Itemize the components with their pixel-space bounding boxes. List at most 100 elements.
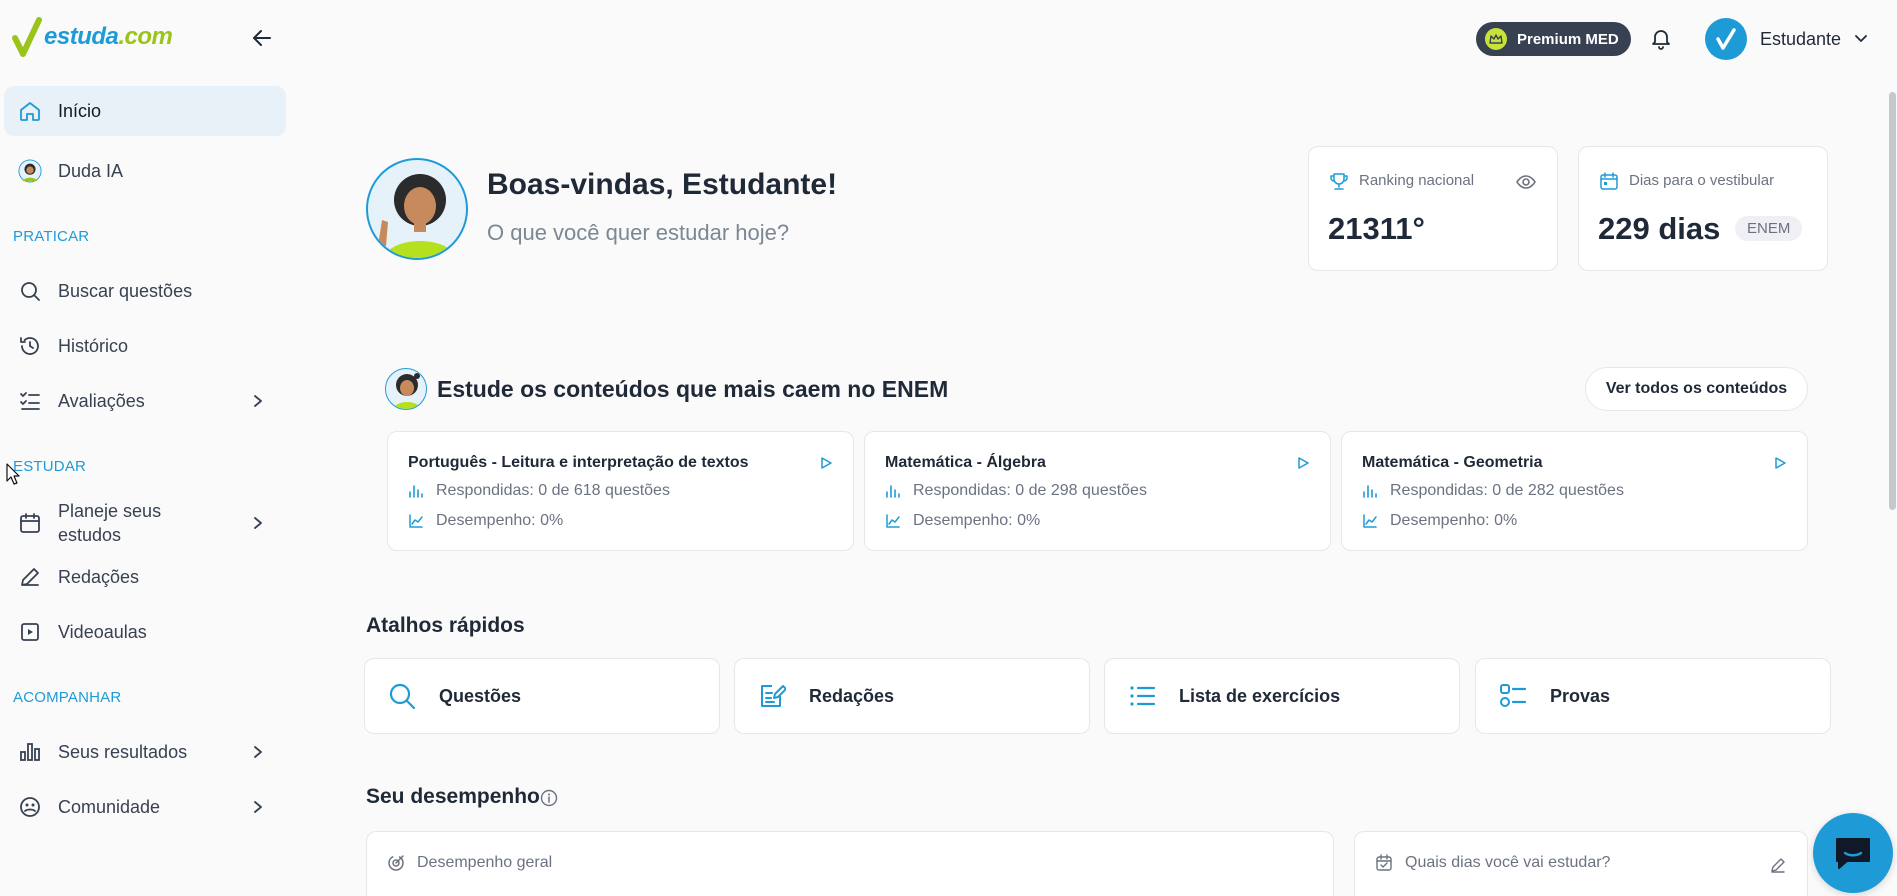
crown-icon bbox=[1485, 28, 1507, 50]
page-subtitle: O que você quer estudar hoje? bbox=[487, 220, 790, 245]
user-name: Estudante bbox=[1760, 28, 1842, 49]
sidebar-item-seus-resultados[interactable]: Seus resultados bbox=[4, 727, 286, 777]
sidebar-item-duda-ia[interactable]: Duda IA bbox=[4, 146, 286, 196]
bars-icon bbox=[409, 485, 423, 498]
days-value: 229 dias bbox=[1598, 211, 1721, 246]
duda-illustration-icon bbox=[378, 174, 457, 258]
sidebar-item-label: Planeje seus estudos bbox=[58, 499, 161, 547]
list-icon bbox=[1127, 681, 1157, 711]
bell-icon bbox=[1652, 30, 1670, 50]
play-icon[interactable] bbox=[1773, 456, 1787, 470]
trend-icon bbox=[409, 514, 423, 528]
content-answered: Respondidas: 0 de 618 questões bbox=[436, 482, 670, 499]
chevron-right-icon bbox=[252, 745, 264, 759]
shortcut-lista-exercicios[interactable]: Lista de exercícios bbox=[1104, 658, 1460, 734]
section-estudar: ESTUDAR bbox=[13, 458, 87, 475]
premium-badge[interactable]: Premium MED bbox=[1476, 22, 1631, 56]
content-card-title: Matemática - Geometria bbox=[1362, 454, 1543, 471]
bars-icon bbox=[1363, 485, 1377, 498]
sidebar-item-label: Início bbox=[58, 100, 102, 121]
sidebar-item-inicio[interactable]: Início bbox=[4, 86, 286, 136]
trend-icon bbox=[1363, 514, 1377, 528]
sidebar-item-label: Histórico bbox=[58, 335, 129, 356]
content-card-portugues[interactable]: Português - Leitura e interpretação de t… bbox=[387, 431, 854, 551]
ranking-value: 21311° bbox=[1328, 211, 1425, 246]
collapse-sidebar-button[interactable] bbox=[250, 26, 278, 50]
shortcut-provas[interactable]: Provas bbox=[1475, 658, 1831, 734]
sidebar-item-label: Seus resultados bbox=[58, 741, 188, 762]
home-icon bbox=[18, 99, 42, 123]
chevron-right-icon bbox=[252, 394, 264, 408]
logo-name: estuda bbox=[44, 23, 119, 50]
content-performance: Desempenho: 0% bbox=[913, 512, 1041, 529]
calendar-icon bbox=[1599, 171, 1619, 191]
see-all-contents-button[interactable]: Ver todos os conteúdos bbox=[1585, 367, 1808, 411]
info-icon[interactable] bbox=[540, 789, 558, 807]
content-performance: Desempenho: 0% bbox=[1390, 512, 1518, 529]
mouse-cursor-icon bbox=[6, 463, 20, 485]
sidebar-item-label: Videoaulas bbox=[58, 621, 147, 642]
shortcut-redacoes[interactable]: Redações bbox=[734, 658, 1090, 734]
target-icon bbox=[387, 854, 405, 872]
content-performance: Desempenho: 0% bbox=[436, 512, 564, 529]
shortcut-questoes[interactable]: Questões bbox=[364, 658, 720, 734]
chevron-right-icon bbox=[252, 800, 264, 814]
content-card-title: Português - Leitura e interpretação de t… bbox=[408, 454, 749, 471]
play-icon[interactable] bbox=[819, 456, 833, 470]
notifications-button[interactable] bbox=[1649, 27, 1673, 51]
play-icon[interactable] bbox=[1296, 456, 1310, 470]
bar-chart-icon bbox=[18, 740, 42, 764]
sidebar-item-label: Buscar questões bbox=[58, 280, 193, 301]
edit-icon[interactable] bbox=[1769, 856, 1787, 874]
shortcut-label: Provas bbox=[1550, 685, 1611, 706]
edit-note-icon bbox=[757, 681, 787, 711]
user-menu[interactable]: Estudante bbox=[1705, 18, 1868, 60]
sidebar-item-avaliacoes[interactable]: Avaliações bbox=[4, 376, 286, 426]
checklist-icon bbox=[1498, 681, 1528, 711]
avatar bbox=[1705, 18, 1747, 60]
section-praticar: PRATICAR bbox=[13, 228, 90, 245]
video-icon bbox=[18, 620, 42, 644]
sidebar-item-label: Duda IA bbox=[58, 160, 124, 181]
estuda-logo[interactable]: estuda.com bbox=[12, 16, 173, 58]
sidebar-item-buscar-questoes[interactable]: Buscar questões bbox=[4, 266, 286, 316]
eye-icon[interactable] bbox=[1515, 171, 1537, 193]
content-card-algebra[interactable]: Matemática - Álgebra Respondidas: 0 de 2… bbox=[864, 431, 1331, 551]
community-icon bbox=[18, 795, 42, 819]
check-logo-icon bbox=[1716, 28, 1736, 50]
checklist-icon bbox=[18, 389, 42, 413]
sidebar-item-label: Comunidade bbox=[58, 796, 161, 817]
bars-icon bbox=[886, 485, 900, 498]
shortcut-label: Redações bbox=[809, 685, 895, 706]
planeje-line1: Planeje seus bbox=[58, 501, 162, 521]
chat-icon bbox=[1836, 838, 1870, 869]
sidebar-item-historico[interactable]: Histórico bbox=[4, 321, 286, 371]
sidebar-item-planeje[interactable]: Planeje seus estudos bbox=[4, 496, 286, 550]
study-days-label: Quais dias você vai estudar? bbox=[1405, 854, 1611, 871]
enem-badge: ENEM bbox=[1735, 216, 1803, 241]
sidebar-item-redacoes[interactable]: Redações bbox=[4, 552, 286, 602]
premium-label: Premium MED bbox=[1517, 30, 1619, 48]
arrow-left-icon bbox=[253, 30, 271, 46]
duda-illustration-icon bbox=[392, 373, 422, 409]
sidebar-item-comunidade[interactable]: Comunidade bbox=[4, 782, 286, 832]
duda-small-avatar bbox=[385, 368, 427, 410]
days-label: Dias para o vestibular bbox=[1629, 172, 1775, 189]
shortcuts-title: Atalhos rápidos bbox=[366, 614, 525, 637]
logo-domain: .com bbox=[118, 23, 173, 50]
performance-title: Seu desempenho bbox=[366, 785, 540, 808]
planeje-line2: estudos bbox=[58, 525, 122, 545]
study-days-card: Quais dias você vai estudar? bbox=[1354, 831, 1808, 896]
content-card-geometria[interactable]: Matemática - Geometria Respondidas: 0 de… bbox=[1341, 431, 1808, 551]
ranking-label: Ranking nacional bbox=[1359, 172, 1475, 189]
sidebar-item-videoaulas[interactable]: Videoaulas bbox=[4, 607, 286, 657]
trophy-icon bbox=[1329, 171, 1349, 191]
contents-title: Estude os conteúdos que mais caem no ENE… bbox=[437, 376, 949, 402]
chevron-down-icon bbox=[1855, 35, 1867, 42]
page-scrollbar[interactable] bbox=[1889, 92, 1896, 510]
page-title: Boas-vindas, Estudante! bbox=[487, 168, 838, 201]
chat-button[interactable] bbox=[1813, 813, 1893, 893]
calendar-icon bbox=[18, 511, 42, 535]
sidebar-item-label: Avaliações bbox=[58, 390, 145, 411]
section-acompanhar: ACOMPANHAR bbox=[13, 689, 122, 706]
